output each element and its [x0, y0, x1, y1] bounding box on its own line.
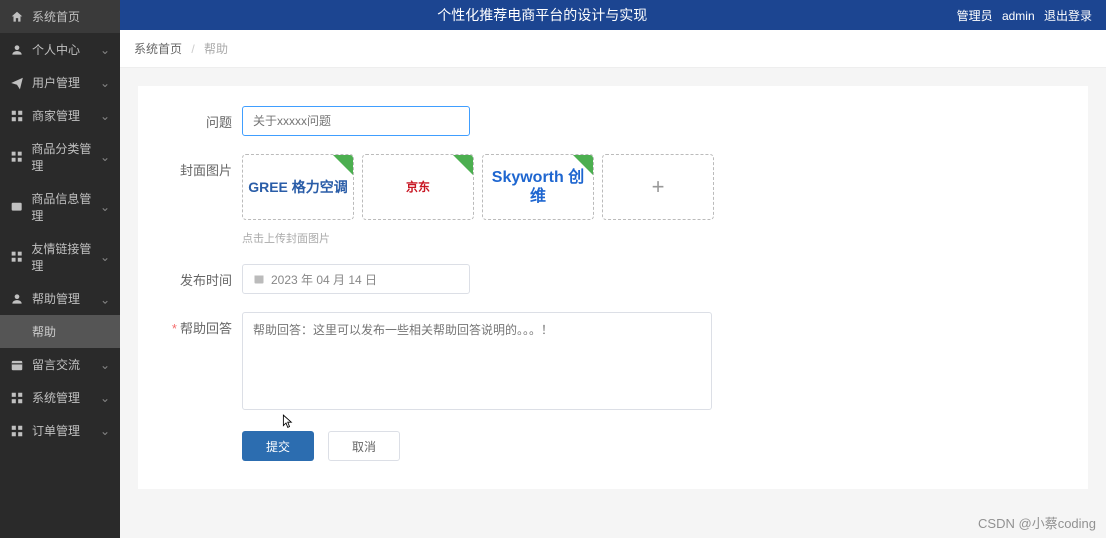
- nav-label: 商品信息管理: [31, 190, 100, 224]
- grid-icon: [10, 424, 24, 438]
- sidebar: 系统首页 个人中心 ⌄ 用户管理 ⌄ 商家管理 ⌄ 商品分类管理 ⌄ 商品信息管…: [0, 0, 120, 538]
- nav-label: 用户管理: [32, 74, 80, 91]
- check-corner-icon: [572, 154, 594, 176]
- date-input[interactable]: 2023 年 04 月 14 日: [242, 264, 470, 294]
- check-corner-icon: [452, 154, 474, 176]
- nav-home[interactable]: 系统首页: [0, 0, 120, 33]
- nav-help-sub[interactable]: 帮助: [0, 315, 120, 348]
- breadcrumb-sep: /: [191, 42, 194, 56]
- answer-label: *帮助回答: [162, 312, 232, 337]
- chevron-down-icon: ⌄: [100, 358, 110, 372]
- main: 个性化推荐电商平台的设计与实现 管理员 admin 退出登录 系统首页 / 帮助…: [120, 0, 1106, 538]
- topbar: 个性化推荐电商平台的设计与实现 管理员 admin 退出登录: [120, 0, 1106, 30]
- question-label: 问题: [162, 106, 232, 131]
- cover-hint: 点击上传封面图片: [242, 230, 1064, 246]
- nav-label: 商品分类管理: [31, 140, 100, 174]
- user-icon: [10, 43, 24, 57]
- chevron-down-icon: ⌄: [100, 109, 110, 123]
- date-value: 2023 年 04 月 14 日: [271, 271, 377, 288]
- chevron-down-icon: ⌄: [100, 391, 110, 405]
- topbar-right: 管理员 admin 退出登录: [951, 7, 1092, 24]
- cursor-pointer-icon: [279, 414, 293, 432]
- nav-system-mgmt[interactable]: 系统管理 ⌄: [0, 381, 120, 414]
- grid-icon: [10, 391, 24, 405]
- nav-order-mgmt[interactable]: 订单管理 ⌄: [0, 414, 120, 447]
- question-input[interactable]: [242, 106, 470, 136]
- chevron-down-icon: ⌄: [100, 150, 110, 164]
- nav-link-mgmt[interactable]: 友情链接管理 ⌄: [0, 232, 120, 282]
- watermark: CSDN @小蔡coding: [978, 513, 1096, 532]
- grid-icon: [10, 150, 23, 164]
- nav-label: 留言交流: [32, 356, 80, 373]
- logout-link[interactable]: 退出登录: [1044, 9, 1092, 23]
- cancel-button[interactable]: 取消: [328, 431, 400, 461]
- nav-personal[interactable]: 个人中心 ⌄: [0, 33, 120, 66]
- card-icon: [10, 200, 23, 214]
- add-image-button[interactable]: +: [602, 154, 714, 220]
- plus-icon: +: [652, 174, 665, 200]
- user-icon: [10, 292, 24, 306]
- send-icon: [10, 76, 24, 90]
- admin-name[interactable]: admin: [1002, 9, 1035, 23]
- chevron-down-icon: ⌄: [100, 250, 110, 264]
- chevron-down-icon: ⌄: [100, 424, 110, 438]
- nav-label: 系统管理: [32, 389, 80, 406]
- nav-user-mgmt[interactable]: 用户管理 ⌄: [0, 66, 120, 99]
- nav-label: 个人中心: [32, 41, 80, 58]
- chevron-down-icon: ⌄: [100, 76, 110, 90]
- image-card[interactable]: 京东: [362, 154, 474, 220]
- nav-category-mgmt[interactable]: 商品分类管理 ⌄: [0, 132, 120, 182]
- nav-help-mgmt[interactable]: 帮助管理 ⌃: [0, 282, 120, 315]
- nav-message[interactable]: 留言交流 ⌄: [0, 348, 120, 381]
- breadcrumb: 系统首页 / 帮助: [120, 30, 1106, 68]
- breadcrumb-current: 帮助: [204, 42, 228, 56]
- chevron-down-icon: ⌄: [100, 43, 110, 57]
- image-thumb: GREE 格力空调: [248, 179, 348, 196]
- calendar-icon: [253, 273, 265, 285]
- grid-icon: [10, 109, 24, 123]
- breadcrumb-home[interactable]: 系统首页: [134, 42, 182, 56]
- image-card[interactable]: Skyworth 创维: [482, 154, 594, 220]
- calendar-icon: [10, 358, 24, 372]
- image-list: GREE 格力空调 京东 Skyworth 创维 +: [242, 154, 1064, 220]
- page-title: 个性化推荐电商平台的设计与实现: [134, 5, 951, 25]
- content-wrap: 问题 封面图片 GREE 格力空调: [120, 68, 1106, 538]
- check-corner-icon: [332, 154, 354, 176]
- grid-icon: [10, 250, 23, 264]
- nav-label: 帮助管理: [32, 290, 80, 307]
- nav-label: 订单管理: [32, 422, 80, 439]
- nav-merchant-mgmt[interactable]: 商家管理 ⌄: [0, 99, 120, 132]
- answer-textarea[interactable]: [242, 312, 712, 410]
- chevron-up-icon: ⌃: [100, 292, 110, 306]
- admin-label: 管理员: [957, 9, 993, 23]
- nav-label: 系统首页: [32, 8, 80, 25]
- cover-label: 封面图片: [162, 154, 232, 179]
- submit-button[interactable]: 提交: [242, 431, 314, 461]
- chevron-down-icon: ⌄: [100, 200, 110, 214]
- nav-label: 友情链接管理: [31, 240, 100, 274]
- nav-label: 商家管理: [32, 107, 80, 124]
- date-label: 发布时间: [162, 264, 232, 289]
- nav-product-mgmt[interactable]: 商品信息管理 ⌄: [0, 182, 120, 232]
- image-thumb: 京东: [406, 180, 430, 194]
- image-card[interactable]: GREE 格力空调: [242, 154, 354, 220]
- home-icon: [10, 10, 24, 24]
